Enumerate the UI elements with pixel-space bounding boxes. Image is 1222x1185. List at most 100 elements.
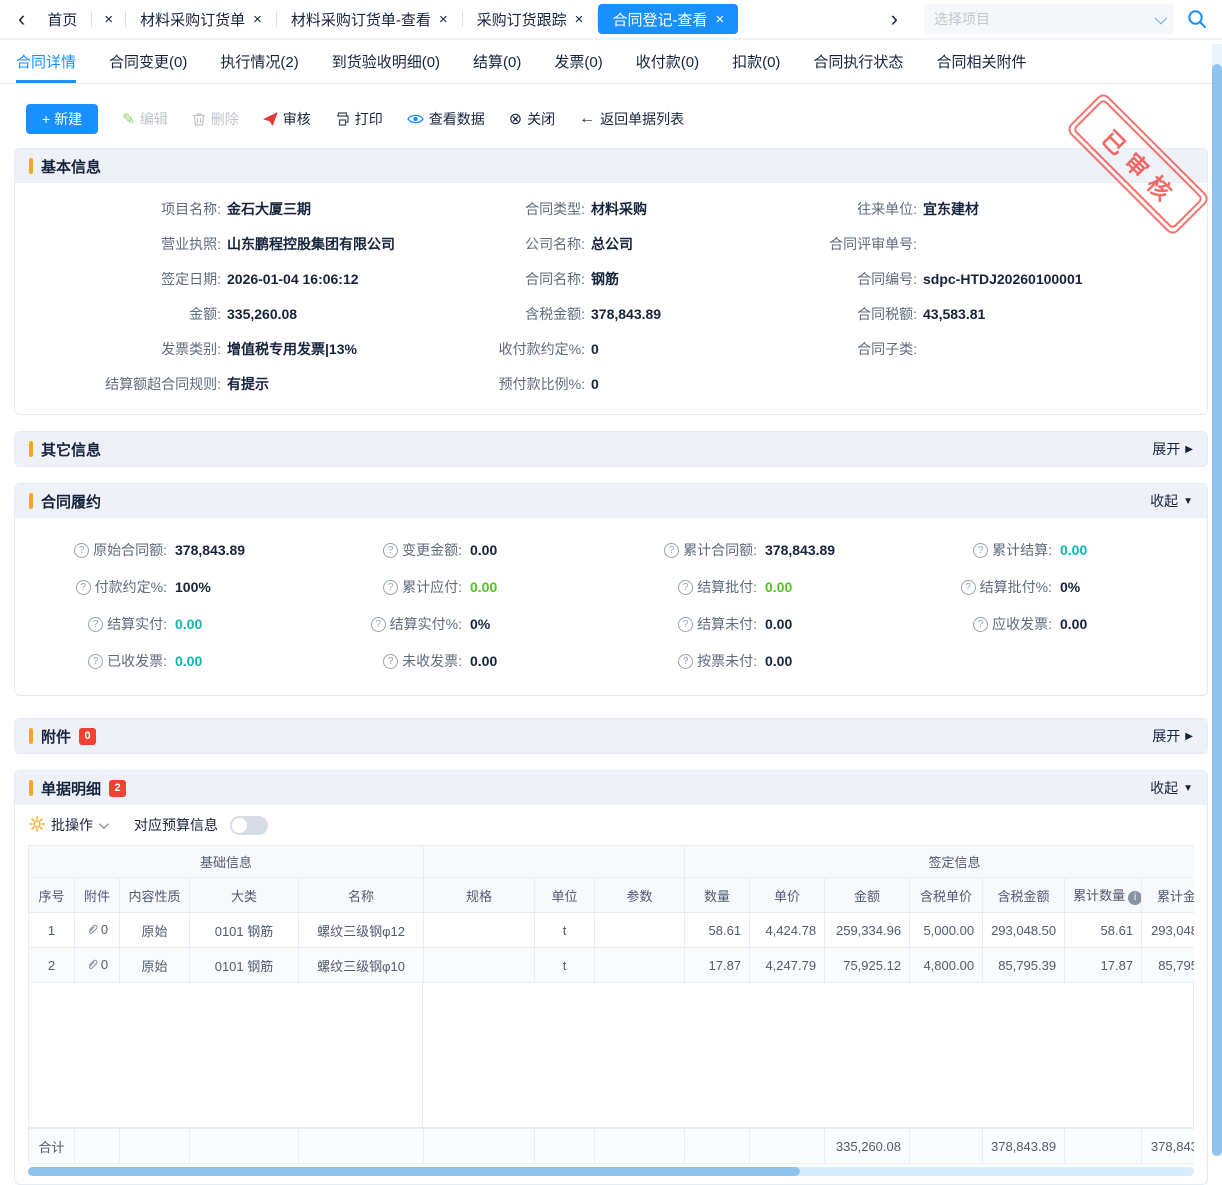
edit-button[interactable]: ✎ 编辑 [122,109,168,129]
arrow-left-icon: ← [579,110,595,128]
metric-label: 未收发票: [402,651,462,671]
document-detail-header: 单据明细 2 收起 ▼ [15,771,1207,805]
tab-material-purchase-order[interactable]: 材料采购订货单 × [126,4,276,34]
col-header-qty: 数量 [685,878,750,913]
table-row[interactable]: 1 0 原始 0101 钢筋 螺纹三级钢φ12 t 58.61 4,424.78… [29,913,1195,948]
subnav-settlement[interactable]: 结算(0) [473,40,521,83]
paperclip-icon [89,960,96,968]
section-marker [29,780,33,796]
subnav-execution-status[interactable]: 执行情况(2) [220,40,298,83]
field-value: 山东鹏程控股集团有限公司 [227,234,395,254]
close-tab-icon[interactable]: × [439,11,448,28]
tabs-scroll-left-icon[interactable]: ‹ [10,8,33,30]
horizontal-scrollbar[interactable] [28,1167,1194,1176]
field-label: 合同编号: [795,269,917,289]
batch-operation-button[interactable]: 批操作 [29,815,106,835]
col-header-category: 大类 [190,878,299,913]
tab-home[interactable]: 首页 [33,4,91,34]
help-icon[interactable]: ? [88,617,103,632]
field-value: 378,843.89 [591,306,661,322]
new-button[interactable]: + 新建 [26,104,98,134]
project-select-placeholder: 选择项目 [934,9,1155,29]
metric-unpaid-by-invoice: ?按票未付:0.00 [605,651,900,671]
cell-price: 4,247.79 [750,948,825,983]
action-toolbar: + 新建 ✎ 编辑 删除 审核 打印 [14,94,1208,148]
col-header-amount: 金额 [825,878,910,913]
help-icon[interactable]: ? [678,654,693,669]
field-value: 2026-01-04 16:06:12 [227,271,359,287]
horizontal-scrollbar-thumb[interactable] [28,1167,800,1176]
delete-button[interactable]: 删除 [192,109,239,129]
vertical-scrollbar-thumb[interactable] [1212,64,1222,1156]
collapse-toggle[interactable]: 收起 ▼ [1150,491,1193,511]
help-icon[interactable]: ? [76,580,91,595]
help-icon[interactable]: ? [371,617,386,632]
subnav-arrival-acceptance[interactable]: 到货验收明细(0) [332,40,440,83]
expand-toggle[interactable]: 展开 ▶ [1152,439,1193,459]
metric-value: 100% [175,579,211,595]
field-company-name: 公司名称:总公司 [457,234,795,254]
metric-payment-agreement: ?付款约定%:100% [15,577,310,597]
help-icon[interactable]: ? [678,617,693,632]
help-icon[interactable]: ? [383,580,398,595]
audit-button[interactable]: 审核 [263,109,311,129]
print-button[interactable]: 打印 [335,109,383,129]
help-icon[interactable]: ? [664,543,679,558]
tab-contract-register-view[interactable]: 合同登记-查看 × [598,4,738,34]
cell-attachment[interactable]: 0 [75,948,120,983]
metric-value: 378,843.89 [175,542,245,558]
search-icon[interactable] [1186,8,1208,30]
help-icon[interactable]: ? [74,543,89,558]
project-select[interactable]: 选择项目 [924,4,1174,34]
print-button-label: 打印 [355,109,383,129]
expand-label: 展开 [1152,726,1180,746]
vertical-scrollbar[interactable] [1212,44,1222,1156]
metric-value: 0.00 [175,616,202,632]
subnav-contract-attachments[interactable]: 合同相关附件 [936,40,1026,83]
total-label: 合计 [29,1129,75,1164]
close-tab-icon[interactable]: × [715,11,724,28]
send-icon [263,112,278,126]
subnav-invoice[interactable]: 发票(0) [554,40,602,83]
view-data-button[interactable]: 查看数据 [407,109,485,129]
subnav-contract-change[interactable]: 合同变更(0) [109,40,187,83]
subnav-contract-exec-state[interactable]: 合同执行状态 [813,40,903,83]
tab-material-purchase-order-view[interactable]: 材料采购订货单-查看 × [277,4,462,34]
metric-value: 0.00 [1060,542,1087,558]
cell-attachment[interactable]: 0 [75,913,120,948]
help-icon[interactable]: ? [973,617,988,632]
table-row[interactable]: 2 0 原始 0101 钢筋 螺纹三级钢φ10 t 17.87 4,247.79… [29,948,1195,983]
info-icon[interactable]: i [1128,891,1141,905]
help-icon[interactable]: ? [961,580,976,595]
collapse-toggle[interactable]: 收起 ▼ [1150,778,1193,798]
help-icon[interactable]: ? [88,654,103,669]
close-tab-icon[interactable]: × [575,11,584,28]
trash-icon [192,112,206,127]
metric-label: 结算实付: [107,614,167,634]
view-data-button-label: 查看数据 [429,109,485,129]
back-to-list-button[interactable]: ← 返回单据列表 [579,109,684,129]
cell-cum-amount: 293,048.50 [1142,913,1194,948]
close-button[interactable]: ⊗ 关闭 [509,109,555,129]
subnav-deduction[interactable]: 扣款(0) [732,40,780,83]
close-tab-icon[interactable]: × [253,11,262,28]
tab-purchase-order-tracking[interactable]: 采购订货跟踪 × [463,4,598,34]
field-label: 合同子类: [795,339,917,359]
subnav-payment[interactable]: 收付款(0) [636,40,699,83]
cell-spec [424,948,535,983]
cell-unit: t [535,913,595,948]
expand-toggle[interactable]: 展开 ▶ [1152,726,1193,746]
budget-info-toggle[interactable] [230,816,268,835]
gear-icon [29,816,45,835]
help-icon[interactable]: ? [383,654,398,669]
help-icon[interactable]: ? [383,543,398,558]
help-icon[interactable]: ? [973,543,988,558]
close-tab-icon[interactable]: × [92,11,125,28]
toggle-knob [232,818,247,833]
field-value: sdpc-HTDJ20260100001 [923,271,1083,287]
field-contract-type: 合同类型:材料采购 [457,199,795,219]
subnav-contract-detail[interactable]: 合同详情 [16,40,76,83]
help-icon[interactable]: ? [678,580,693,595]
cell-tax-amount: 293,048.50 [983,913,1065,948]
tabs-scroll-right-icon[interactable]: › [883,8,906,30]
